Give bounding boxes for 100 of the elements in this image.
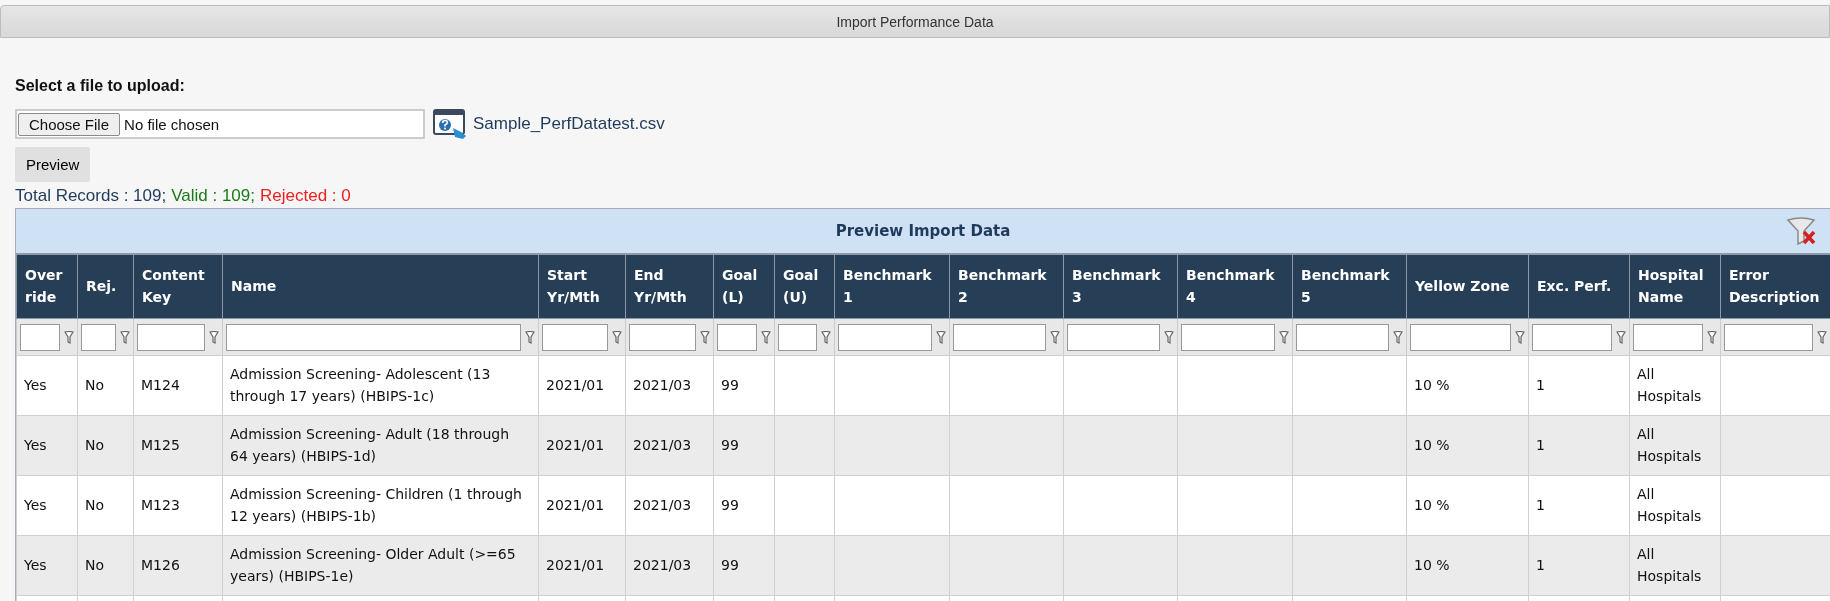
filter-field[interactable] xyxy=(20,323,60,351)
table-cell: Yes xyxy=(24,556,47,573)
table-cell: 10 % xyxy=(1414,436,1450,453)
table-cell: Admission Screening- Older Adult (>=65 years) (HBIPS-1e) xyxy=(230,545,516,584)
clear-filter-icon[interactable] xyxy=(1786,217,1816,245)
filter-icon[interactable] xyxy=(1817,330,1827,344)
column-header[interactable]: Name xyxy=(222,254,539,319)
column-header[interactable]: Exc. Perf. xyxy=(1528,254,1630,319)
filter-icon[interactable] xyxy=(1279,330,1289,344)
filter-field[interactable] xyxy=(137,323,205,351)
column-header[interactable]: End Yr/Mth xyxy=(625,254,714,319)
window-title: Import Performance Data xyxy=(836,13,994,30)
help-window-icon[interactable] xyxy=(433,109,467,139)
table-cell: Admission Screening- Children (1 through 12 years) (HBIPS-1b) xyxy=(230,485,522,524)
table-cell: 99 xyxy=(721,376,739,393)
filter-field[interactable] xyxy=(1633,323,1703,351)
filter-field[interactable] xyxy=(226,323,521,351)
column-header[interactable]: Benchmark 5 xyxy=(1292,254,1407,319)
column-header[interactable]: Benchmark 1 xyxy=(834,254,950,319)
filter-field[interactable] xyxy=(81,323,116,351)
table-cell: No xyxy=(85,556,105,573)
column-header[interactable]: Benchmark 2 xyxy=(949,254,1064,319)
filter-field[interactable] xyxy=(1532,323,1612,351)
table-cell: All Hospitals xyxy=(1637,485,1702,524)
table-cell: M124 xyxy=(141,376,180,393)
table-cell: M123 xyxy=(141,496,180,513)
filter-icon[interactable] xyxy=(700,330,710,344)
filter-field[interactable] xyxy=(1296,323,1389,351)
table-cell: 99 xyxy=(721,496,739,513)
column-header[interactable]: Goal (U) xyxy=(774,254,835,319)
filter-icon[interactable] xyxy=(612,330,622,344)
table-cell: No xyxy=(85,436,105,453)
table-cell: 2021/01 xyxy=(546,376,605,393)
filter-icon[interactable] xyxy=(761,330,771,344)
record-count: Rejected : 0 xyxy=(260,186,351,206)
table-cell: Yes xyxy=(24,436,47,453)
column-header[interactable]: Over ride xyxy=(16,254,78,319)
column-header[interactable]: Benchmark 4 xyxy=(1177,254,1293,319)
choose-file-button[interactable]: Choose File xyxy=(18,112,121,136)
filter-icon[interactable] xyxy=(525,330,535,344)
filter-icon[interactable] xyxy=(64,330,74,344)
filter-icon[interactable] xyxy=(1164,330,1174,344)
file-status: No file chosen xyxy=(124,115,220,133)
table-cell: No xyxy=(85,376,105,393)
file-input[interactable]: Choose File No file chosen xyxy=(15,109,425,139)
table-cell: 10 % xyxy=(1414,496,1450,513)
filter-field[interactable] xyxy=(717,323,757,351)
table-cell: 2021/03 xyxy=(633,556,692,573)
table-cell: Yes xyxy=(24,376,47,393)
filter-icon[interactable] xyxy=(1393,330,1403,344)
table-cell: M125 xyxy=(141,436,180,453)
table-cell: 2021/03 xyxy=(633,496,692,513)
filter-field[interactable] xyxy=(778,323,817,351)
table-cell: Yes xyxy=(24,496,47,513)
table-cell: 2021/03 xyxy=(633,376,692,393)
filter-field[interactable] xyxy=(1181,323,1275,351)
filter-icon[interactable] xyxy=(936,330,946,344)
filter-icon[interactable] xyxy=(1515,330,1525,344)
filter-field[interactable] xyxy=(542,323,608,351)
filter-field[interactable] xyxy=(838,323,932,351)
sample-file-link[interactable]: Sample_PerfDatatest.csv xyxy=(473,114,665,134)
table-cell: 10 % xyxy=(1414,376,1450,393)
upload-label: Select a file to upload: xyxy=(15,77,186,95)
filter-field[interactable] xyxy=(1410,323,1511,351)
filter-field[interactable] xyxy=(1724,323,1813,351)
filter-field[interactable] xyxy=(629,323,696,351)
table-cell: All Hospitals xyxy=(1637,425,1702,464)
column-header[interactable]: Rej. xyxy=(77,254,134,319)
table-cell: Admission Screening- Adult (18 through 64 years) (HBIPS-1d) xyxy=(230,425,510,464)
column-header[interactable]: Goal (L) xyxy=(713,254,775,319)
table-cell: 2021/01 xyxy=(546,436,605,453)
column-header[interactable]: Start Yr/Mth xyxy=(538,254,626,319)
table-cell: 99 xyxy=(721,436,739,453)
column-header[interactable]: Yellow Zone xyxy=(1406,254,1529,319)
column-header[interactable]: Hospital Name xyxy=(1629,254,1721,319)
table-cell: 1 xyxy=(1536,436,1545,453)
filter-field[interactable] xyxy=(953,323,1046,351)
record-count: Total Records : 109; xyxy=(15,186,167,206)
filter-field[interactable] xyxy=(1067,323,1160,351)
table-cell: 1 xyxy=(1536,376,1545,393)
filter-icon[interactable] xyxy=(209,330,219,344)
filter-icon[interactable] xyxy=(120,330,130,344)
table-cell: 2021/03 xyxy=(633,436,692,453)
table-cell: 10 % xyxy=(1414,556,1450,573)
table-cell: 99 xyxy=(721,556,739,573)
table-cell: All Hospitals xyxy=(1637,365,1702,404)
preview-button[interactable]: Preview xyxy=(15,147,91,182)
table-cell: 2021/01 xyxy=(546,496,605,513)
column-header[interactable]: Benchmark 3 xyxy=(1063,254,1178,319)
column-header[interactable]: Error Description xyxy=(1720,254,1830,319)
table-cell: All Hospitals xyxy=(1637,545,1702,584)
table-cell: Admission Screening- Adolescent (13 through 17 years) (HBIPS-1c) xyxy=(230,365,491,404)
filter-icon[interactable] xyxy=(1707,330,1717,344)
filter-icon[interactable] xyxy=(1050,330,1060,344)
column-header[interactable]: Content Key xyxy=(133,254,223,319)
table-cell: 1 xyxy=(1536,496,1545,513)
table-cell: No xyxy=(85,496,105,513)
filter-icon[interactable] xyxy=(821,330,831,344)
filter-icon[interactable] xyxy=(1616,330,1626,344)
record-count: Valid : 109; xyxy=(171,186,255,206)
